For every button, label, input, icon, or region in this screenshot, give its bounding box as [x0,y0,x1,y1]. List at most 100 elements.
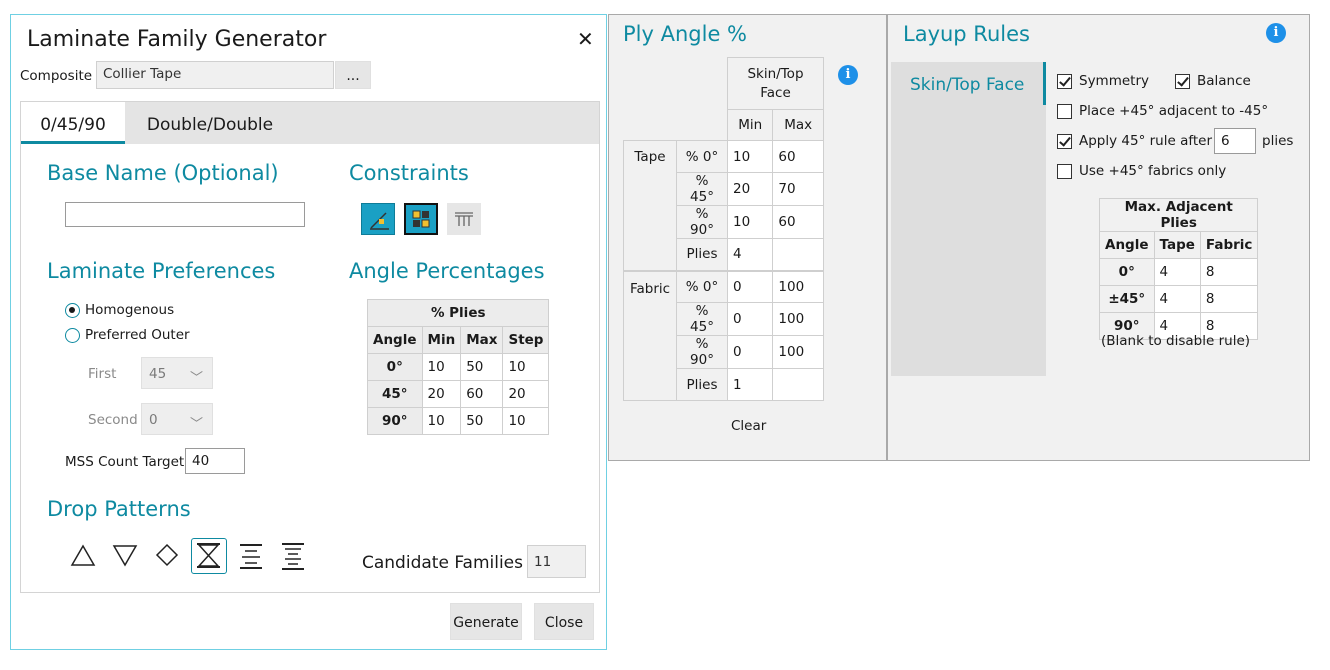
tab-double-double[interactable]: Double/Double [135,102,285,144]
apply-rule-checkbox[interactable] [1057,134,1072,149]
symmetry-checkbox[interactable] [1057,74,1072,89]
close-icon[interactable]: ✕ [577,27,594,51]
angle-percentages-title: Angle Percentages [349,259,545,283]
step-cell[interactable]: 10 [502,407,550,435]
tab-strip: 0/45/90 Double/Double [21,102,599,144]
angle-cell: 0° [367,353,423,381]
min-cell[interactable]: 10 [421,353,462,381]
min-cell[interactable]: 1 [726,368,774,401]
max-cell[interactable]: 60 [460,380,504,408]
apply-rule-label: Apply 45° rule after [1079,133,1213,149]
fabric-cell[interactable]: 8 [1199,285,1259,313]
max-cell[interactable] [772,238,824,271]
row-label: Plies [676,238,728,271]
clear-button[interactable]: Clear [731,418,766,434]
fabrics-only-checkbox[interactable] [1057,164,1072,179]
min-cell[interactable]: 0 [726,335,774,369]
max-cell[interactable]: 70 [772,172,824,206]
angle-table-title: % Plies [366,299,550,327]
first-select-value: 45 [149,366,167,382]
row-label: % 0° [676,269,728,303]
mss-count-input[interactable]: 40 [185,448,245,474]
stacked-lines-icon[interactable] [275,538,311,574]
constraint-pi-icon[interactable] [447,203,481,235]
close-button[interactable]: Close [534,603,594,640]
min-cell[interactable]: 10 [726,205,774,239]
hourglass-icon[interactable] [191,538,227,574]
max-cell[interactable]: 50 [460,353,504,381]
ply-angle-title: Ply Angle % [623,22,747,46]
place-adjacent-checkbox[interactable] [1057,104,1072,119]
place-adjacent-label: Place +45° adjacent to -45° [1079,103,1269,119]
max-cell[interactable]: 100 [772,269,824,303]
preferred-outer-radio[interactable] [65,328,80,343]
tab-0-45-90[interactable]: 0/45/90 [21,102,125,144]
table-row: 0° 10 50 10 [367,353,550,381]
mss-count-label: MSS Count Target [65,454,185,470]
side-nav-skin-top-face[interactable]: Skin/Top Face [910,75,1024,95]
balance-checkbox[interactable] [1175,74,1190,89]
plies-label: plies [1262,133,1294,149]
info-icon[interactable]: i [1266,23,1286,43]
second-select[interactable]: 0 ﹀ [141,403,213,435]
first-label: First [88,366,117,382]
preferred-outer-label: Preferred Outer [85,327,190,343]
max-cell[interactable]: 100 [772,302,824,336]
max-cell[interactable]: 100 [772,335,824,369]
min-cell[interactable]: 20 [726,172,774,206]
second-label: Second [88,412,138,428]
first-select[interactable]: 45 ﹀ [141,357,213,389]
max-cell[interactable]: 60 [772,140,824,173]
homogenous-radio[interactable] [65,303,80,318]
diamond-icon[interactable] [149,538,185,574]
min-cell[interactable]: 10 [421,407,462,435]
composite-field[interactable]: Collier Tape [96,61,334,89]
browse-button[interactable]: ... [335,61,371,89]
max-header: Max [772,109,824,141]
constraint-ramp-icon[interactable] [361,203,395,235]
tape-cell[interactable]: 4 [1153,258,1201,286]
table-row: ±45° 4 8 [1099,285,1259,313]
side-nav-indicator [1043,62,1046,105]
align-center-lines-icon[interactable] [233,538,269,574]
info-icon[interactable]: i [838,65,858,85]
row-label: % 45° [676,172,728,206]
angle-cell: 45° [367,380,423,408]
row-label: % 90° [676,205,728,239]
apply-rule-plies-input[interactable]: 6 [1214,128,1256,154]
max-cell[interactable]: 50 [460,407,504,435]
dialog-title: Laminate Family Generator [27,27,327,52]
fabric-cell[interactable]: 8 [1199,258,1259,286]
angle-header: Angle [367,326,423,354]
row-label: % 0° [676,140,728,173]
side-nav: Skin/Top Face [891,62,1046,376]
triangle-down-icon[interactable] [107,538,143,574]
min-cell[interactable]: 0 [726,269,774,303]
base-name-input[interactable] [65,202,305,227]
fabrics-only-label: Use +45° fabrics only [1079,163,1227,179]
max-header: Max [460,326,504,354]
generate-button[interactable]: Generate [450,603,522,640]
row-label: % 45° [676,302,728,336]
row-label: Plies [676,368,728,401]
step-header: Step [502,326,550,354]
step-cell[interactable]: 20 [502,380,550,408]
second-select-value: 0 [149,412,158,428]
constraint-grid-icon[interactable] [404,203,438,235]
step-cell[interactable]: 10 [502,353,550,381]
min-cell[interactable]: 4 [726,238,774,271]
angle-cell: 90° [367,407,423,435]
min-cell[interactable]: 10 [726,140,774,173]
min-cell[interactable]: 0 [726,302,774,336]
tape-cell[interactable]: 4 [1153,285,1201,313]
min-header: Min [421,326,462,354]
max-cell[interactable] [772,368,824,401]
max-cell[interactable]: 60 [772,205,824,239]
table-row: Tape % 0° 10 60 [623,140,824,271]
fabric-group-label: Fabric [623,269,677,401]
min-cell[interactable]: 20 [421,380,462,408]
laminate-preferences-title: Laminate Preferences [47,259,276,283]
triangle-up-icon[interactable] [65,538,101,574]
angle-cell: 0° [1099,258,1155,286]
min-header: Min [726,109,774,141]
